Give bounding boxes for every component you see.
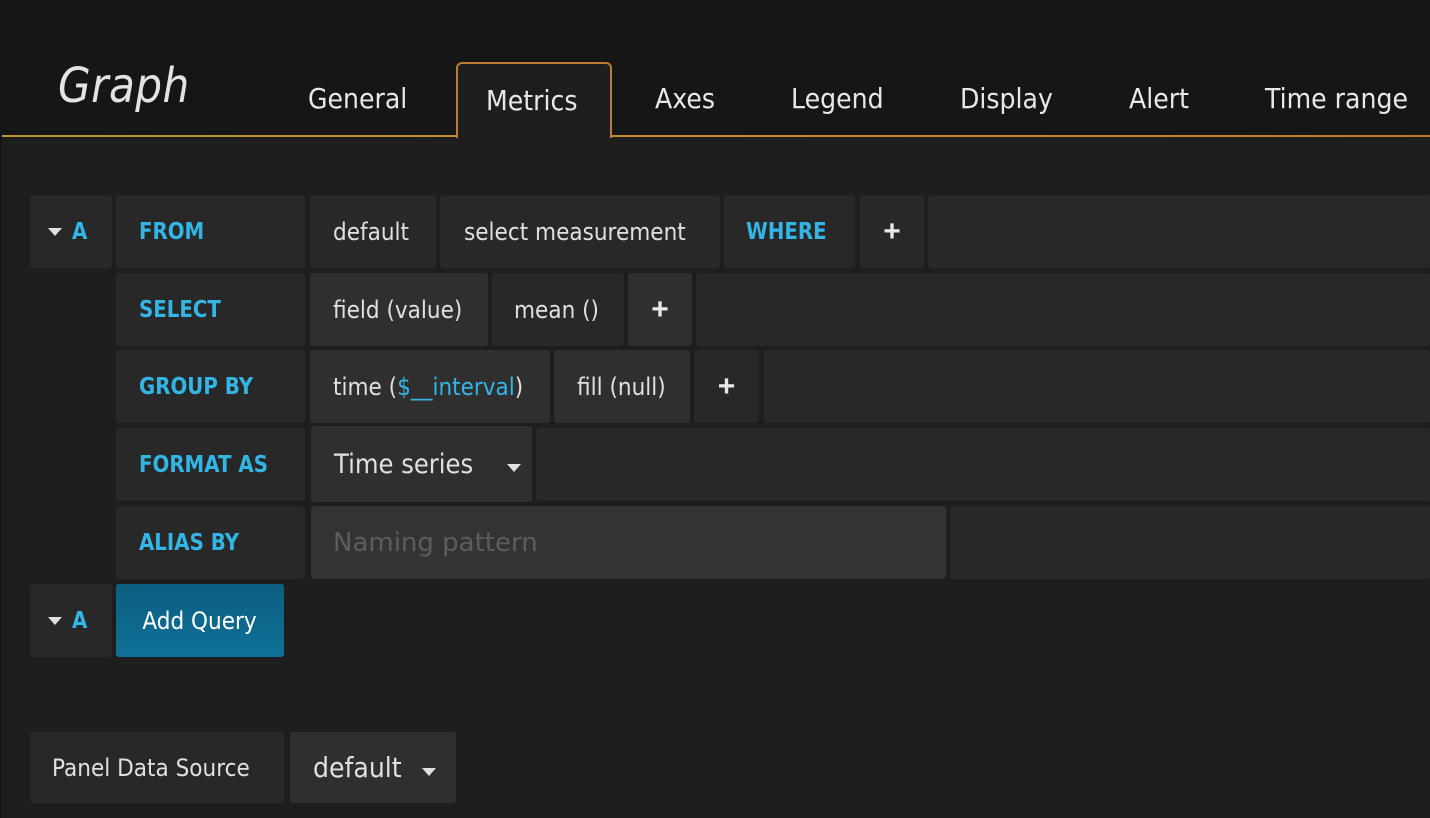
- from-row-filler: [928, 195, 1430, 268]
- fill-segment[interactable]: fill (null): [554, 350, 690, 423]
- add-group-by-button[interactable]: +: [694, 350, 759, 423]
- panel-editor-header: Graph General Metrics Axes Legend Displa…: [0, 0, 1430, 138]
- caret-down-icon: [422, 768, 436, 776]
- where-keyword-label: WHERE: [724, 195, 855, 268]
- from-keyword-label: FROM: [116, 195, 305, 268]
- field-segment[interactable]: field (value): [310, 273, 488, 346]
- plus-icon: +: [883, 214, 901, 248]
- query-collapse-toggle[interactable]: A: [30, 195, 112, 268]
- format-as-keyword-label: FORMAT AS: [116, 428, 305, 501]
- tab-metrics-label: Metrics: [486, 84, 578, 117]
- group-by-row-filler: [764, 350, 1430, 423]
- interval-variable: $__interval: [397, 372, 515, 401]
- data-source-select[interactable]: default: [290, 732, 456, 803]
- format-as-select[interactable]: Time series: [311, 426, 532, 502]
- tab-alert[interactable]: Alert: [1129, 82, 1189, 115]
- caret-down-icon: [48, 227, 62, 236]
- caret-down-icon: [507, 464, 521, 472]
- add-query-ref-toggle[interactable]: A: [30, 584, 112, 657]
- add-select-button[interactable]: +: [628, 273, 692, 346]
- tab-metrics[interactable]: Metrics: [456, 62, 612, 138]
- alias-by-row-filler: [950, 506, 1430, 579]
- query-ref-id: A: [72, 218, 88, 245]
- group-by-keyword-label: GROUP BY: [116, 350, 305, 423]
- group-by-time-segment[interactable]: time ($__interval): [310, 350, 550, 423]
- panel-title: Graph: [58, 58, 190, 114]
- tab-axes[interactable]: Axes: [655, 82, 715, 115]
- add-where-button[interactable]: +: [860, 195, 924, 268]
- plus-icon: +: [717, 369, 736, 403]
- select-row-filler: [696, 273, 1430, 346]
- tab-display[interactable]: Display: [960, 82, 1053, 115]
- select-keyword-label: SELECT: [116, 273, 305, 346]
- panel-data-source-label: Panel Data Source: [30, 732, 284, 803]
- tab-time-range[interactable]: Time range: [1265, 82, 1408, 115]
- measurement-segment[interactable]: select measurement: [440, 195, 720, 268]
- alias-by-input[interactable]: [311, 506, 946, 579]
- aggregation-segment[interactable]: mean (): [492, 273, 624, 346]
- format-as-row-filler: [536, 428, 1430, 501]
- tab-legend[interactable]: Legend: [791, 82, 884, 115]
- retention-policy-segment[interactable]: default: [310, 195, 436, 268]
- add-query-button[interactable]: Add Query: [116, 584, 284, 657]
- alias-by-keyword-label: ALIAS BY: [116, 506, 305, 579]
- plus-icon: +: [651, 292, 669, 326]
- tab-general[interactable]: General: [308, 82, 407, 115]
- caret-down-icon: [48, 616, 62, 625]
